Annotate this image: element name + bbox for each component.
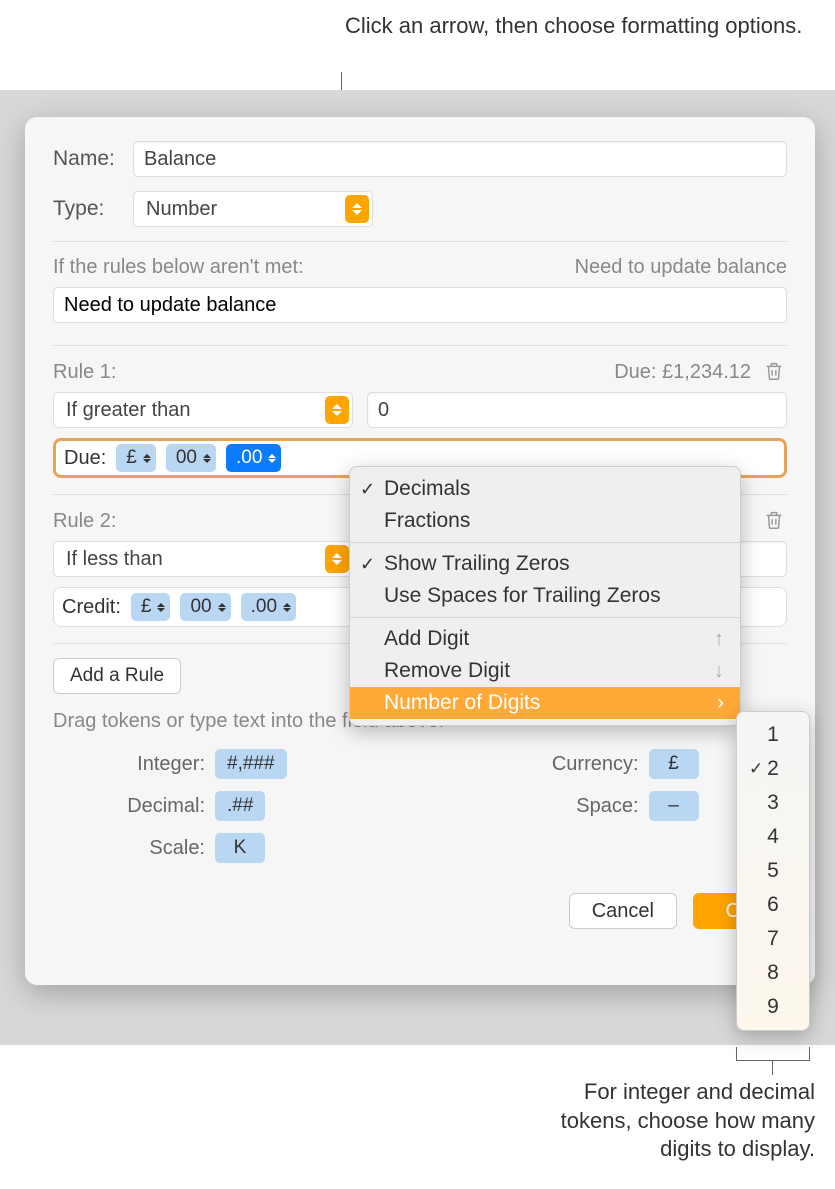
trash-icon[interactable]: [763, 509, 787, 533]
chevron-right-icon: ›: [717, 691, 724, 715]
palette-label: Integer:: [107, 753, 205, 776]
type-select-value: Number: [146, 198, 217, 221]
token-palette: Integer: #,### Decimal: .## Scale: K Cur…: [53, 749, 787, 863]
palette-token-integer[interactable]: #,###: [215, 749, 287, 779]
rule1-condition-select[interactable]: If greater than: [53, 392, 353, 428]
palette-token-currency[interactable]: £: [649, 749, 699, 779]
rule-title: Rule 2:: [53, 510, 116, 533]
token-currency[interactable]: £: [116, 444, 156, 472]
digit-item-3[interactable]: 3: [737, 786, 809, 820]
chevron-updown-icon: [218, 603, 226, 612]
chevron-updown-icon: [203, 454, 211, 463]
menu-item-trailing-zeros[interactable]: Show Trailing Zeros: [350, 548, 740, 580]
rule1-value-input[interactable]: [367, 392, 787, 428]
digit-item-7[interactable]: 7: [737, 922, 809, 956]
format-options-menu: Decimals Fractions Show Trailing Zeros U…: [349, 466, 741, 726]
menu-item-fractions[interactable]: Fractions: [350, 505, 740, 537]
chevron-updown-icon: [143, 454, 151, 463]
callout-top: Click an arrow, then choose formatting o…: [345, 12, 802, 41]
add-rule-button[interactable]: Add a Rule: [53, 658, 181, 694]
chevron-updown-icon: [325, 396, 349, 424]
palette-label: Space:: [527, 795, 639, 818]
chevron-updown-icon: [325, 545, 349, 573]
palette-token-space[interactable]: –: [649, 791, 699, 821]
callout-bracket-stem: [772, 1061, 773, 1075]
type-label: Type:: [53, 197, 133, 221]
menu-item-decimals[interactable]: Decimals: [350, 473, 740, 505]
rule-title: Rule 1:: [53, 361, 116, 384]
menu-item-number-of-digits[interactable]: Number of Digits›: [350, 687, 740, 719]
digit-item-1[interactable]: 1: [737, 718, 809, 752]
rule-block-1: Rule 1: Due: £1,234.12 If greater than D…: [53, 360, 787, 478]
trash-icon[interactable]: [763, 360, 787, 384]
chevron-updown-icon: [283, 603, 291, 612]
chevron-updown-icon: [345, 195, 369, 223]
chevron-updown-icon: [157, 603, 165, 612]
digit-item-6[interactable]: 6: [737, 888, 809, 922]
palette-label: Scale:: [107, 837, 205, 860]
arrow-up-icon: ↑: [714, 628, 724, 651]
digit-item-8[interactable]: 8: [737, 956, 809, 990]
palette-token-decimal[interactable]: .##: [215, 791, 265, 821]
ifnot-input[interactable]: [53, 287, 787, 323]
menu-separator: [350, 617, 740, 618]
type-select[interactable]: Number: [133, 191, 373, 227]
menu-item-remove-digit[interactable]: Remove Digit↓: [350, 655, 740, 687]
cancel-button[interactable]: Cancel: [569, 893, 677, 929]
rule2-strip-label: Credit:: [62, 596, 121, 619]
name-input[interactable]: [133, 141, 787, 177]
digit-item-4[interactable]: 4: [737, 820, 809, 854]
callout-bottom: For integer and decimal tokens, choose h…: [535, 1078, 815, 1164]
palette-label: Currency:: [527, 753, 639, 776]
token-decimal[interactable]: .00: [241, 593, 296, 621]
rule1-strip-label: Due:: [64, 447, 106, 470]
menu-item-spaces-trailing[interactable]: Use Spaces for Trailing Zeros: [350, 580, 740, 612]
rule2-condition-select[interactable]: If less than: [53, 541, 353, 577]
digit-item-5[interactable]: 5: [737, 854, 809, 888]
token-decimal[interactable]: .00: [226, 444, 281, 472]
menu-item-add-digit[interactable]: Add Digit↑: [350, 623, 740, 655]
arrow-down-icon: ↓: [714, 660, 724, 683]
ifnot-label: If the rules below aren't met:: [53, 256, 304, 279]
digits-submenu: 1 2 3 4 5 6 7 8 9: [736, 711, 810, 1031]
name-label: Name:: [53, 147, 133, 171]
divider: [53, 241, 787, 242]
palette-label: Decimal:: [107, 795, 205, 818]
digit-item-9[interactable]: 9: [737, 990, 809, 1024]
chevron-updown-icon: [268, 454, 276, 463]
menu-separator: [350, 542, 740, 543]
callout-bracket: [736, 1047, 810, 1061]
token-integer[interactable]: 00: [166, 444, 216, 472]
digit-item-2[interactable]: 2: [737, 752, 809, 786]
rule-preview: Due: £1,234.12: [614, 361, 751, 384]
rule2-condition-value: If less than: [66, 548, 163, 571]
token-currency[interactable]: £: [131, 593, 171, 621]
divider: [53, 345, 787, 346]
ifnot-preview: Need to update balance: [575, 256, 787, 279]
palette-token-scale[interactable]: K: [215, 833, 265, 863]
rule1-condition-value: If greater than: [66, 399, 191, 422]
token-integer[interactable]: 00: [180, 593, 230, 621]
